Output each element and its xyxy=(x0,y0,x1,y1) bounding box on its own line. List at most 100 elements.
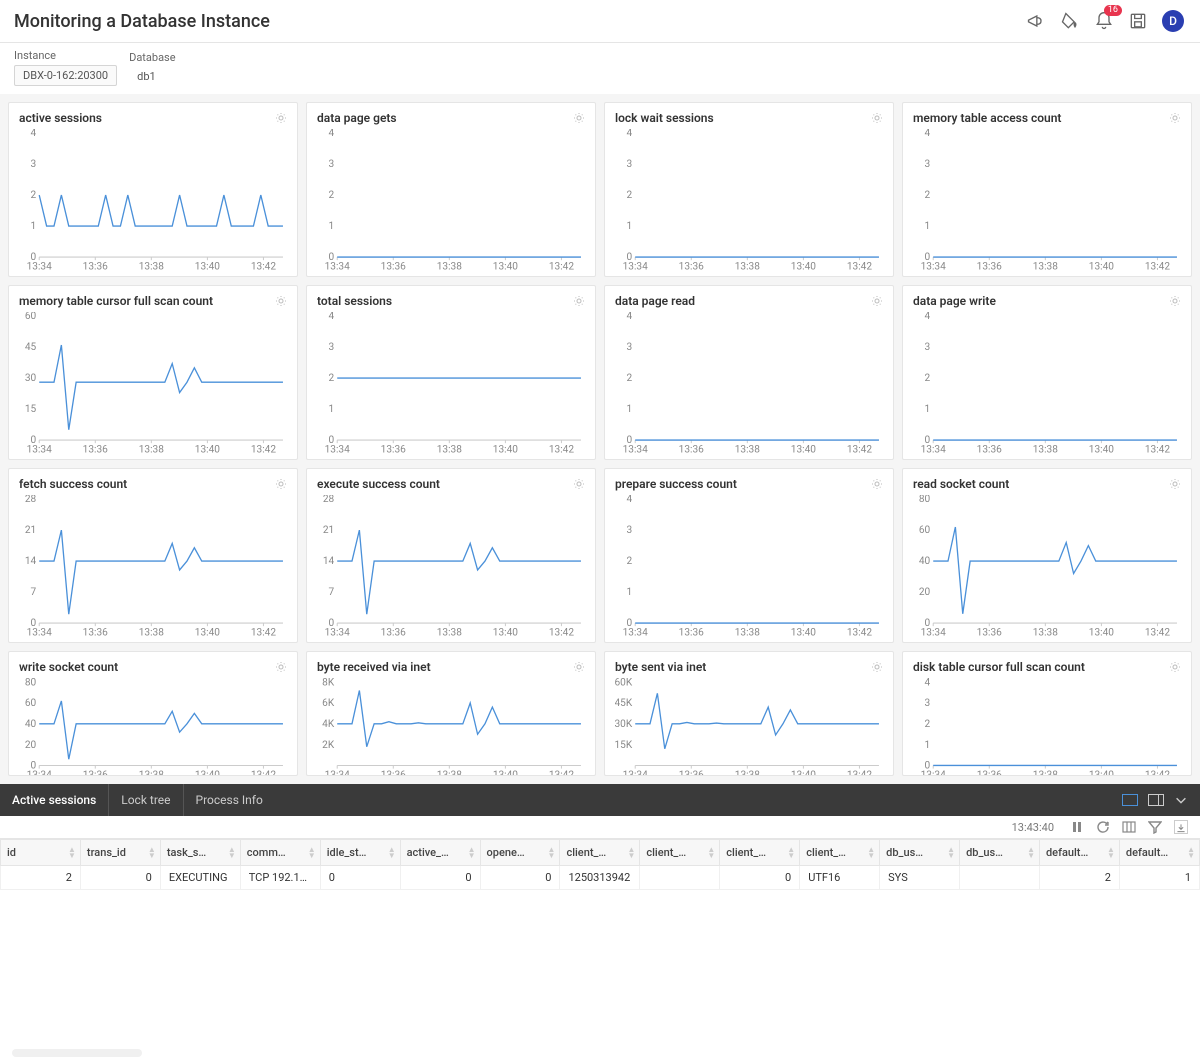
tab-lock-tree[interactable]: Lock tree xyxy=(109,784,183,816)
columns-icon[interactable] xyxy=(1122,820,1136,834)
column-header[interactable]: active_…▲▼ xyxy=(400,840,480,866)
svg-text:3: 3 xyxy=(925,696,931,709)
column-header[interactable]: client_…▲▼ xyxy=(560,840,640,866)
table-cell: UTF16 xyxy=(800,866,880,890)
column-header[interactable]: default…▲▼ xyxy=(1039,840,1119,866)
database-selector[interactable]: Database db1 xyxy=(129,51,175,86)
table-wrap[interactable]: id▲▼trans_id▲▼task_s…▲▼comm…▲▼idle_st…▲▼… xyxy=(0,839,1200,1039)
pause-icon[interactable] xyxy=(1070,820,1084,834)
svg-text:13:40: 13:40 xyxy=(195,627,220,638)
gear-icon[interactable] xyxy=(1169,478,1181,490)
save-icon[interactable] xyxy=(1128,11,1148,31)
svg-text:30: 30 xyxy=(25,373,37,384)
svg-text:3: 3 xyxy=(925,159,931,170)
svg-text:7: 7 xyxy=(31,587,37,598)
svg-text:13:42: 13:42 xyxy=(1145,768,1170,776)
chart-body[interactable]: 0123413:3413:3613:3813:4013:42 xyxy=(317,129,585,274)
column-header[interactable]: idle_st…▲▼ xyxy=(320,840,400,866)
view-split-icon[interactable] xyxy=(1148,794,1164,806)
svg-text:13:40: 13:40 xyxy=(195,261,220,272)
chart-body[interactable]: 0714212813:3413:3613:3813:4013:42 xyxy=(317,495,585,640)
view-full-icon[interactable] xyxy=(1122,794,1138,806)
svg-text:4: 4 xyxy=(329,129,335,139)
svg-text:1: 1 xyxy=(925,221,931,232)
gear-icon[interactable] xyxy=(871,295,883,307)
svg-text:13:40: 13:40 xyxy=(493,261,518,272)
refresh-icon[interactable] xyxy=(1096,820,1110,834)
chart-body[interactable]: 15K30K45K60K13:3413:3613:3813:4013:42 xyxy=(615,678,883,776)
bell-icon[interactable]: 16 xyxy=(1094,11,1114,31)
svg-text:6K: 6K xyxy=(322,696,335,709)
column-header[interactable]: opene…▲▼ xyxy=(480,840,560,866)
chart-card: byte received via inet2K4K6K8K13:3413:36… xyxy=(306,651,596,776)
avatar[interactable]: D xyxy=(1162,10,1184,32)
chart-body[interactable]: 0123413:3413:3613:3813:4013:42 xyxy=(19,129,287,274)
column-header[interactable]: client_…▲▼ xyxy=(720,840,800,866)
chart-body[interactable]: 02040608013:3413:3613:3813:4013:42 xyxy=(19,678,287,776)
table-row[interactable]: 20EXECUTINGTCP 192.1…00012503139420UTF16… xyxy=(1,866,1200,890)
chart-body[interactable]: 0714212813:3413:3613:3813:4013:42 xyxy=(19,495,287,640)
filter-icon[interactable] xyxy=(1148,820,1162,834)
gear-icon[interactable] xyxy=(871,112,883,124)
paint-bucket-icon[interactable] xyxy=(1060,11,1080,31)
gear-icon[interactable] xyxy=(871,478,883,490)
column-header[interactable]: db_us…▲▼ xyxy=(960,840,1040,866)
megaphone-icon[interactable] xyxy=(1026,11,1046,31)
column-header[interactable]: id▲▼ xyxy=(1,840,81,866)
gear-icon[interactable] xyxy=(573,478,585,490)
chart-card: prepare success count0123413:3413:3613:3… xyxy=(604,468,894,643)
horizontal-scrollbar[interactable] xyxy=(12,1049,142,1057)
chart-body[interactable]: 0123413:3413:3613:3813:4013:42 xyxy=(913,678,1181,776)
chart-title: write socket count xyxy=(19,660,118,674)
table-cell: 2 xyxy=(1,866,81,890)
gear-icon[interactable] xyxy=(573,661,585,673)
gear-icon[interactable] xyxy=(1169,112,1181,124)
gear-icon[interactable] xyxy=(275,112,287,124)
svg-text:80: 80 xyxy=(919,495,931,505)
svg-text:1: 1 xyxy=(627,587,633,598)
download-icon[interactable] xyxy=(1174,820,1188,834)
svg-text:13:34: 13:34 xyxy=(623,261,648,272)
gear-icon[interactable] xyxy=(275,478,287,490)
svg-text:1: 1 xyxy=(627,404,633,415)
chart-body[interactable]: 0123413:3413:3613:3813:4013:42 xyxy=(615,129,883,274)
chart-body[interactable]: 0123413:3413:3613:3813:4013:42 xyxy=(913,129,1181,274)
column-header[interactable]: client_…▲▼ xyxy=(640,840,720,866)
instance-value[interactable]: DBX-0-162:20300 xyxy=(14,65,117,86)
column-header[interactable]: default…▲▼ xyxy=(1119,840,1199,866)
svg-text:13:40: 13:40 xyxy=(1089,768,1114,776)
svg-text:2: 2 xyxy=(329,373,335,384)
instance-selector[interactable]: Instance DBX-0-162:20300 xyxy=(14,49,117,86)
database-value[interactable]: db1 xyxy=(129,67,175,86)
svg-text:4: 4 xyxy=(925,129,931,139)
gear-icon[interactable] xyxy=(573,295,585,307)
chevron-down-icon[interactable] xyxy=(1174,793,1188,807)
chart-card: disk table cursor full scan count0123413… xyxy=(902,651,1192,776)
chart-body[interactable]: 0123413:3413:3613:3813:4013:42 xyxy=(615,312,883,457)
column-header[interactable]: comm…▲▼ xyxy=(240,840,320,866)
chart-body[interactable]: 0123413:3413:3613:3813:4013:42 xyxy=(615,495,883,640)
chart-body[interactable]: 02040608013:3413:3613:3813:4013:42 xyxy=(913,495,1181,640)
tab-process-info[interactable]: Process Info xyxy=(184,784,275,816)
gear-icon[interactable] xyxy=(871,661,883,673)
chart-body[interactable]: 01530456013:3413:3613:3813:4013:42 xyxy=(19,312,287,457)
svg-text:13:40: 13:40 xyxy=(791,444,816,455)
column-header[interactable]: trans_id▲▼ xyxy=(80,840,160,866)
svg-text:13:38: 13:38 xyxy=(1033,444,1058,455)
gear-icon[interactable] xyxy=(573,112,585,124)
chart-body[interactable]: 0123413:3413:3613:3813:4013:42 xyxy=(913,312,1181,457)
svg-text:13:40: 13:40 xyxy=(493,627,518,638)
column-header[interactable]: db_us…▲▼ xyxy=(880,840,960,866)
chart-title: data page gets xyxy=(317,111,397,125)
chart-body[interactable]: 0123413:3413:3613:3813:4013:42 xyxy=(317,312,585,457)
column-header[interactable]: client_…▲▼ xyxy=(800,840,880,866)
chart-body[interactable]: 2K4K6K8K13:3413:3613:3813:4013:42 xyxy=(317,678,585,776)
svg-text:2: 2 xyxy=(925,190,931,201)
gear-icon[interactable] xyxy=(1169,295,1181,307)
gear-icon[interactable] xyxy=(1169,661,1181,673)
gear-icon[interactable] xyxy=(275,661,287,673)
column-header[interactable]: task_s…▲▼ xyxy=(160,840,240,866)
gear-icon[interactable] xyxy=(275,295,287,307)
svg-text:13:38: 13:38 xyxy=(139,627,164,638)
tab-active-sessions[interactable]: Active sessions xyxy=(12,784,109,816)
